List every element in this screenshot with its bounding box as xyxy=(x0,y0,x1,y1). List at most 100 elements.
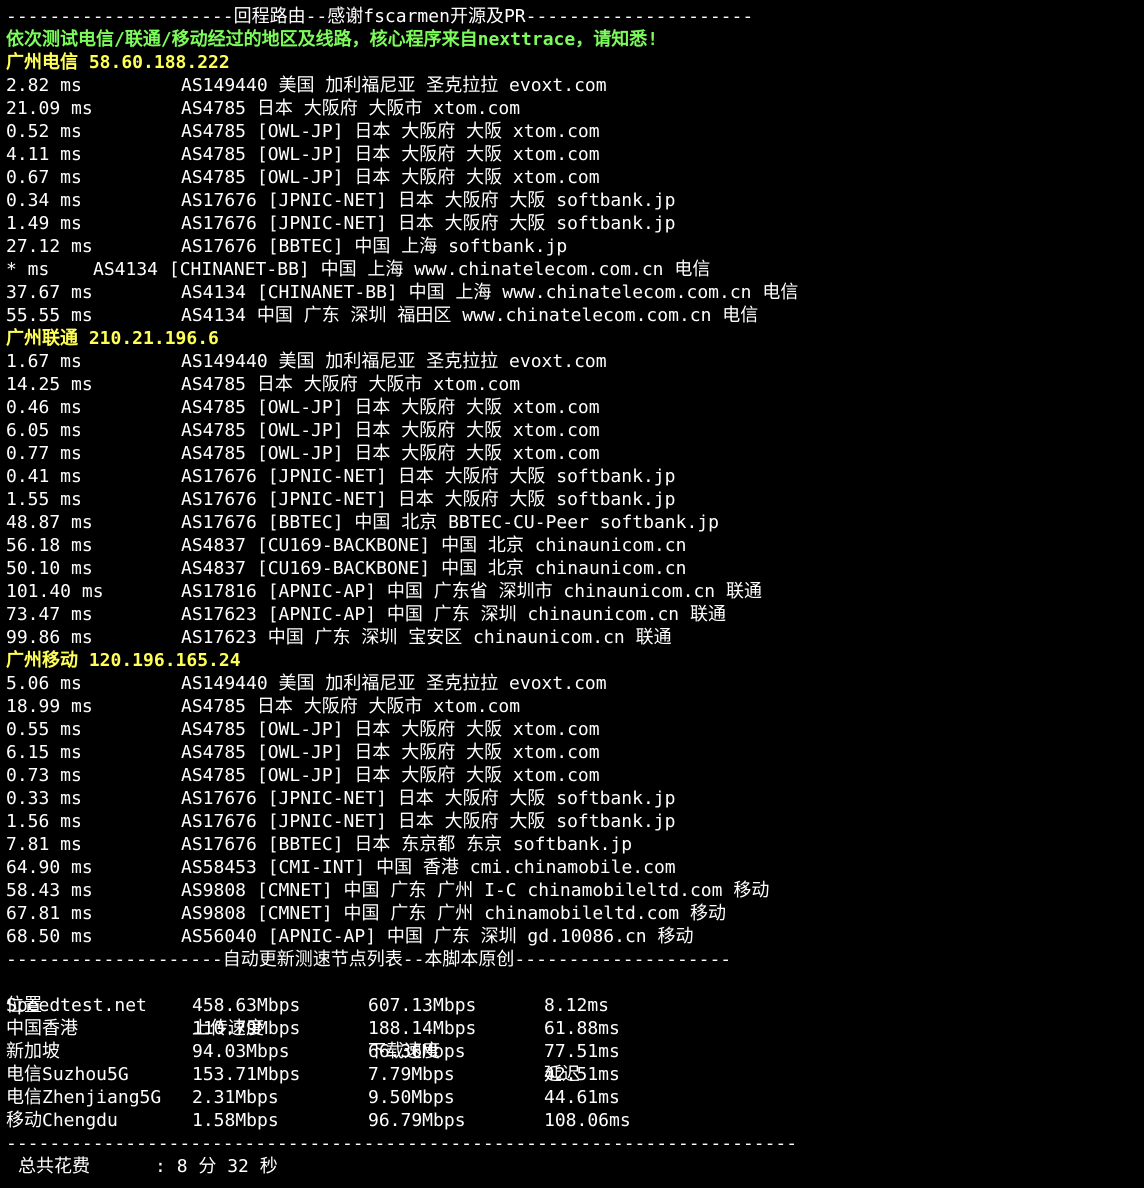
section-title: 广州电信 58.60.188.222 xyxy=(6,52,230,73)
hop-latency: 37.67 ms xyxy=(6,282,93,303)
hop-row: 18.99 ms AS4785 日本 大阪府 大阪市 xtom.com xyxy=(6,695,1144,718)
hop-row: 6.15 ms AS4785 [OWL-JP] 日本 大阪府 大阪 xtom.co… xyxy=(6,741,1144,764)
hop-row: 1.49 ms AS17676 [JPNIC-NET] 日本 大阪府 大阪 sof… xyxy=(6,212,1144,235)
speedtest-location: 中国香港 xyxy=(6,1018,78,1039)
hop-info: AS9808 [CMNET] 中国 广东 广州 I-C chinamobilel… xyxy=(181,880,770,901)
hop-row: 0.52 ms AS4785 [OWL-JP] 日本 大阪府 大阪 xtom.co… xyxy=(6,120,1144,143)
hop-latency: 1.67 ms xyxy=(6,351,82,372)
hop-row: 73.47 ms AS17623 [APNIC-AP] 中国 广东 深圳 chin… xyxy=(6,603,1144,626)
hop-info: AS4134 [CHINANET-BB] 中国 上海 www.chinatele… xyxy=(93,259,711,280)
hop-latency: 0.67 ms xyxy=(6,167,82,188)
hop-latency: 0.55 ms xyxy=(6,719,82,740)
hop-row: 27.12 ms AS17676 [BBTEC] 中国 上海 softbank.j… xyxy=(6,235,1144,258)
hop-info: AS17676 [JPNIC-NET] 日本 大阪府 大阪 softbank.j… xyxy=(181,190,676,211)
hop-latency: 68.50 ms xyxy=(6,926,93,947)
hop-info: AS149440 美国 加利福尼亚 圣克拉拉 evoxt.com xyxy=(181,673,607,694)
speedtest-download: 9.50Mbps xyxy=(368,1087,455,1108)
hop-info: AS17676 [BBTEC] 中国 上海 softbank.jp xyxy=(181,236,568,257)
hop-row: 55.55 ms AS4134 中国 广东 深圳 福田区 www.chinatel… xyxy=(6,304,1144,327)
hop-latency: 0.52 ms xyxy=(6,121,82,142)
hop-row: 48.87 ms AS17676 [BBTEC] 中国 北京 BBTEC-CU-P… xyxy=(6,511,1144,534)
hop-info: AS58453 [CMI-INT] 中国 香港 cmi.chinamobile.… xyxy=(181,857,676,878)
hop-latency: 1.56 ms xyxy=(6,811,82,832)
nexttrace-notice: 依次测试电信/联通/移动经过的地区及线路，核心程序来自nexttrace，请知悉… xyxy=(6,29,659,50)
hop-info: AS17676 [BBTEC] 日本 东京都 东京 softbank.jp xyxy=(181,834,633,855)
speedtest-latency: 44.61ms xyxy=(544,1087,620,1108)
speedtest-upload: 110.79Mbps xyxy=(192,1018,301,1039)
terminal-window: ---------------------回程路由--感谢fscarmen开源及… xyxy=(0,0,1144,1188)
hop-row: 0.46 ms AS4785 [OWL-JP] 日本 大阪府 大阪 xtom.co… xyxy=(6,396,1144,419)
hop-latency: 0.77 ms xyxy=(6,443,82,464)
hop-row: 21.09 ms AS4785 日本 大阪府 大阪市 xtom.com xyxy=(6,97,1144,120)
speedtest-location: 移动Chengdu xyxy=(6,1110,118,1131)
total-time: 总共花费 : 8 分 32 秒 xyxy=(18,1156,278,1177)
hop-latency: 0.41 ms xyxy=(6,466,82,487)
speedtest-download: 607.13Mbps xyxy=(368,995,477,1016)
hop-row: 0.34 ms AS17676 [JPNIC-NET] 日本 大阪府 大阪 sof… xyxy=(6,189,1144,212)
hop-row: 2.82 ms AS149440 美国 加利福尼亚 圣克拉拉 evoxt.com xyxy=(6,74,1144,97)
speedtest-row: 中国香港 110.79Mbps 188.14Mbps 61.88ms xyxy=(6,1017,1144,1040)
speedtest-latency: 42.51ms xyxy=(544,1064,620,1085)
speedtest-header-row: 位置 上传速度 下载速度 延迟 xyxy=(6,971,1144,1085)
speedtest-download: 7.79Mbps xyxy=(368,1064,455,1085)
hop-latency: 73.47 ms xyxy=(6,604,93,625)
hop-latency: 6.05 ms xyxy=(6,420,82,441)
hop-row: 0.41 ms AS17676 [JPNIC-NET] 日本 大阪府 大阪 sof… xyxy=(6,465,1144,488)
speedtest-download: 188.14Mbps xyxy=(368,1018,477,1039)
hop-info: AS4785 日本 大阪府 大阪市 xtom.com xyxy=(181,374,521,395)
hop-info: AS4785 [OWL-JP] 日本 大阪府 大阪 xtom.com xyxy=(181,144,600,165)
hop-info: AS17676 [JPNIC-NET] 日本 大阪府 大阪 softbank.j… xyxy=(181,489,676,510)
hop-row: 7.81 ms AS17676 [BBTEC] 日本 东京都 东京 softban… xyxy=(6,833,1144,856)
hop-row: 56.18 ms AS4837 [CU169-BACKBONE] 中国 北京 ch… xyxy=(6,534,1144,557)
hop-row: 6.05 ms AS4785 [OWL-JP] 日本 大阪府 大阪 xtom.co… xyxy=(6,419,1144,442)
hop-latency: 21.09 ms xyxy=(6,98,93,119)
hop-info: AS17623 [APNIC-AP] 中国 广东 深圳 chinaunicom.… xyxy=(181,604,726,625)
hop-latency: 5.06 ms xyxy=(6,673,82,694)
hop-row: 101.40 ms AS17816 [APNIC-AP] 中国 广东省 深圳市 c… xyxy=(6,580,1144,603)
speedtest-row: 电信Zhenjiang5G 2.31Mbps 9.50Mbps 44.61ms xyxy=(6,1086,1144,1109)
hop-row: 4.11 ms AS4785 [OWL-JP] 日本 大阪府 大阪 xtom.co… xyxy=(6,143,1144,166)
hop-row: 58.43 ms AS9808 [CMNET] 中国 广东 广州 I-C chin… xyxy=(6,879,1144,902)
hop-info: AS17676 [JPNIC-NET] 日本 大阪府 大阪 softbank.j… xyxy=(181,213,676,234)
hop-latency: 18.99 ms xyxy=(6,696,93,717)
hop-row: 64.90 ms AS58453 [CMI-INT] 中国 香港 cmi.chin… xyxy=(6,856,1144,879)
hop-info: AS17676 [BBTEC] 中国 北京 BBTEC-CU-Peer soft… xyxy=(181,512,719,533)
speedtest-row: 移动Chengdu 1.58Mbps 96.79Mbps 108.06ms xyxy=(6,1109,1144,1132)
speedtest-row: 电信Suzhou5G 153.71Mbps 7.79Mbps 42.51ms xyxy=(6,1063,1144,1086)
hop-info: AS4785 [OWL-JP] 日本 大阪府 大阪 xtom.com xyxy=(181,397,600,418)
hop-info: AS17676 [JPNIC-NET] 日本 大阪府 大阪 softbank.j… xyxy=(181,466,676,487)
speedtest-upload: 94.03Mbps xyxy=(192,1041,290,1062)
hop-latency: 7.81 ms xyxy=(6,834,82,855)
hop-latency: 55.55 ms xyxy=(6,305,93,326)
hop-latency: * ms xyxy=(6,259,50,280)
hop-info: AS4785 [OWL-JP] 日本 大阪府 大阪 xtom.com xyxy=(181,742,600,763)
section-title: 广州移动 120.196.165.24 xyxy=(6,650,241,671)
hop-row: 37.67 ms AS4134 [CHINANET-BB] 中国 上海 www.c… xyxy=(6,281,1144,304)
hop-info: AS149440 美国 加利福尼亚 圣克拉拉 evoxt.com xyxy=(181,351,607,372)
hop-row: 0.55 ms AS4785 [OWL-JP] 日本 大阪府 大阪 xtom.co… xyxy=(6,718,1144,741)
hop-row: 14.25 ms AS4785 日本 大阪府 大阪市 xtom.com xyxy=(6,373,1144,396)
speedtest-location: Speedtest.net xyxy=(6,995,147,1016)
hop-info: AS56040 [APNIC-AP] 中国 广东 深圳 gd.10086.cn … xyxy=(181,926,694,947)
speedtest-location: 电信Zhenjiang5G xyxy=(6,1087,162,1108)
hop-latency: 6.15 ms xyxy=(6,742,82,763)
section-title: 广州联通 210.21.196.6 xyxy=(6,328,219,349)
hop-latency: 64.90 ms xyxy=(6,857,93,878)
hop-info: AS4134 [CHINANET-BB] 中国 上海 www.chinatele… xyxy=(181,282,799,303)
hop-info: AS17676 [JPNIC-NET] 日本 大阪府 大阪 softbank.j… xyxy=(181,811,676,832)
hop-latency: 0.34 ms xyxy=(6,190,82,211)
hop-row: * ms AS4134 [CHINANET-BB] 中国 上海 www.china… xyxy=(6,258,1144,281)
hop-info: AS17676 [JPNIC-NET] 日本 大阪府 大阪 softbank.j… xyxy=(181,788,676,809)
hop-latency: 67.81 ms xyxy=(6,903,93,924)
route-sections: 广州电信 58.60.188.222 2.82 ms AS149440 美国 加利福… xyxy=(6,51,1144,948)
speedtest-separator: --------------------自动更新测速节点列表--本脚本原创---… xyxy=(6,949,732,970)
hop-latency: 0.33 ms xyxy=(6,788,82,809)
hop-row: 50.10 ms AS4837 [CU169-BACKBONE] 中国 北京 ch… xyxy=(6,557,1144,580)
speedtest-upload: 458.63Mbps xyxy=(192,995,301,1016)
speedtest-location: 电信Suzhou5G xyxy=(6,1064,129,1085)
hop-latency: 0.73 ms xyxy=(6,765,82,786)
hop-row: 67.81 ms AS9808 [CMNET] 中国 广东 广州 chinamob… xyxy=(6,902,1144,925)
hop-info: AS149440 美国 加利福尼亚 圣克拉拉 evoxt.com xyxy=(181,75,607,96)
footer-separator: ----------------------------------------… xyxy=(6,1133,798,1154)
speedtest-latency: 77.51ms xyxy=(544,1041,620,1062)
